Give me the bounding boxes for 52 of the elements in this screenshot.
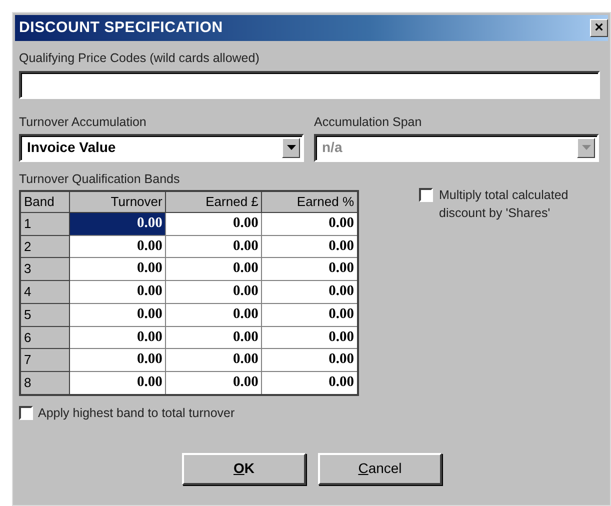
table-cell[interactable]: 0.00 xyxy=(69,303,166,326)
table-cell[interactable]: 0.00 xyxy=(69,348,166,372)
table-cell[interactable]: 0.00 xyxy=(166,235,262,258)
checkbox[interactable] xyxy=(419,188,433,202)
table-cell[interactable]: 0.00 xyxy=(262,326,358,349)
dialog-button[interactable]: OK xyxy=(182,452,306,484)
row-header: 4 xyxy=(20,280,70,304)
table-cell[interactable]: 0.00 xyxy=(262,303,358,326)
table-cell[interactable]: 0.00 xyxy=(262,348,358,372)
row-header: 2 xyxy=(20,235,70,258)
column-header: Earned £ xyxy=(166,191,262,212)
price-codes-field[interactable] xyxy=(19,70,600,99)
row-header: 3 xyxy=(20,258,70,280)
field-label: Turnover Accumulation xyxy=(19,114,148,131)
table-cell[interactable]: 0.00 xyxy=(166,212,262,235)
table-cell[interactable]: 0.00 xyxy=(69,212,166,235)
table-cell[interactable]: 0.00 xyxy=(166,258,262,280)
close-button[interactable]: × xyxy=(590,19,608,37)
window-title: DISCOUNT SPECIFICATION xyxy=(19,18,223,38)
field-label: Qualifying Price Codes (wild cards allowed) xyxy=(19,50,260,67)
column-header: Band xyxy=(20,191,70,212)
table-cell[interactable]: 0.00 xyxy=(69,280,166,304)
table-cell[interactable]: 0.00 xyxy=(166,303,262,326)
table-cell[interactable]: 0.00 xyxy=(262,280,358,304)
row-header: 6 xyxy=(20,326,70,349)
table-cell[interactable]: 0.00 xyxy=(69,372,166,395)
checkbox-label[interactable]: Apply highest band to total turnover xyxy=(38,404,235,422)
table-cell[interactable]: 0.00 xyxy=(262,235,358,258)
table-cell[interactable]: 0.00 xyxy=(262,258,358,280)
field-label: Accumulation Span xyxy=(314,114,423,131)
table-cell[interactable]: 0.00 xyxy=(69,235,166,258)
table-cell[interactable]: 0.00 xyxy=(166,280,262,304)
table-cell[interactable]: 0.00 xyxy=(262,212,358,235)
row-header: 1 xyxy=(20,212,70,235)
dialog-button[interactable]: Cancel xyxy=(318,452,442,484)
table-cell[interactable]: 0.00 xyxy=(262,372,358,395)
table-cell[interactable]: 0.00 xyxy=(166,372,262,395)
dropdown[interactable]: Invoice Value xyxy=(19,134,304,162)
row-header: 5 xyxy=(20,303,70,326)
table-label: Turnover Qualification Bands xyxy=(19,170,181,188)
dropdown-value: n/a xyxy=(322,138,342,157)
column-header: Turnover xyxy=(69,191,166,212)
table-cell[interactable]: 0.00 xyxy=(166,348,262,372)
table-cell[interactable]: 0.00 xyxy=(69,258,166,280)
checkbox[interactable] xyxy=(19,406,33,420)
row-header: 8 xyxy=(20,372,70,395)
table-cell[interactable]: 0.00 xyxy=(166,326,262,349)
dropdown-value: Invoice Value xyxy=(27,138,116,157)
row-header: 7 xyxy=(20,348,70,372)
checkbox-label[interactable]: Multiply total calculated discount by 'Shares' xyxy=(439,186,604,222)
column-header: Earned % xyxy=(262,191,358,212)
table-cell[interactable]: 0.00 xyxy=(69,326,166,349)
